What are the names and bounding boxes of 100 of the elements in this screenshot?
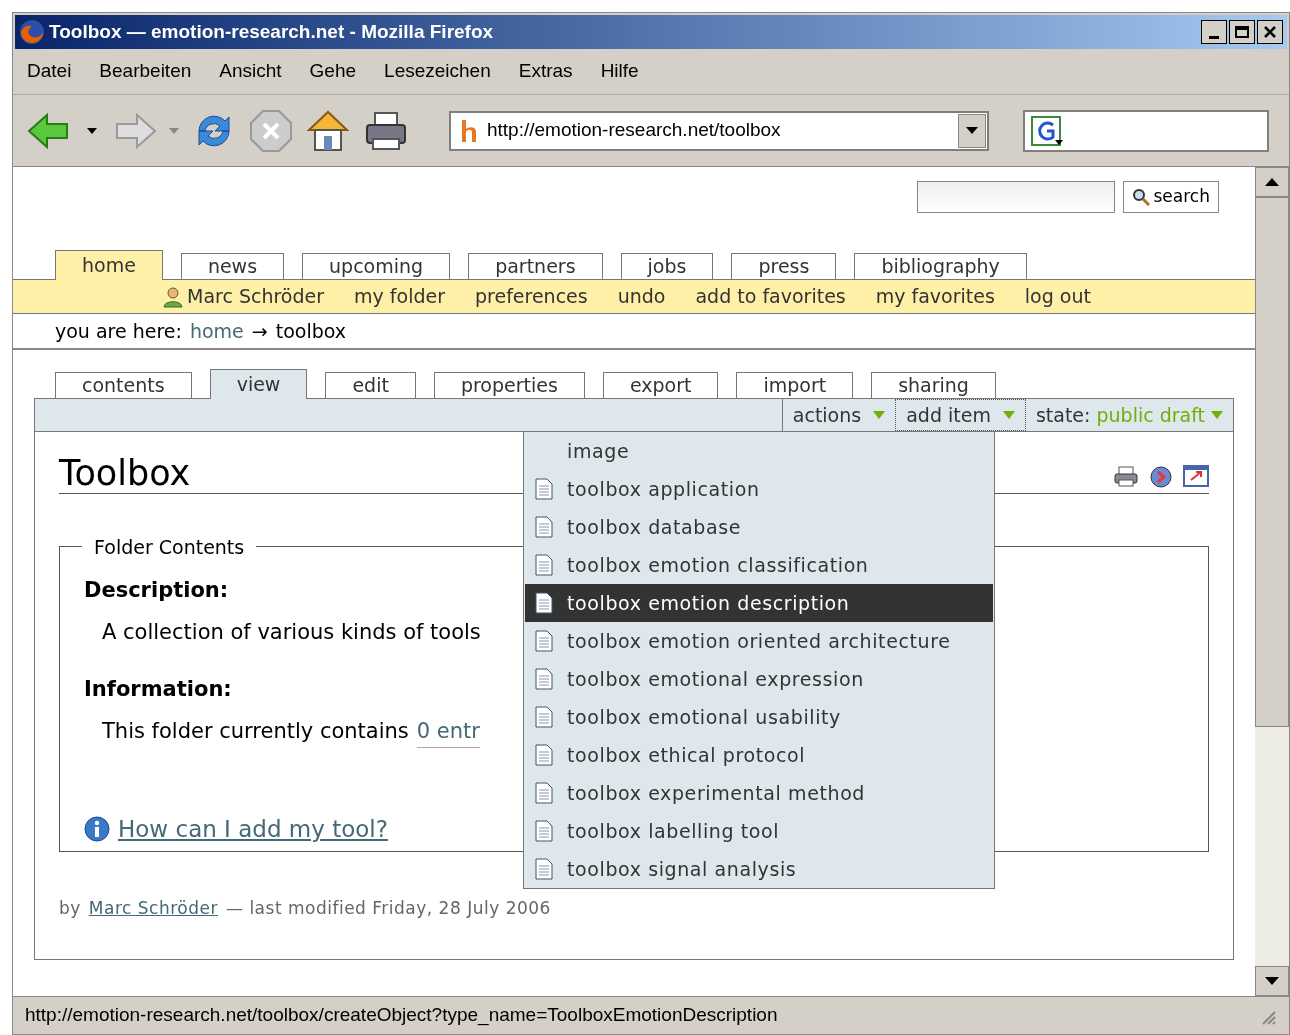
dropdown-button[interactable]	[958, 113, 986, 148]
information-label: Information:	[84, 677, 232, 701]
magnifier-icon	[1131, 188, 1150, 206]
up-arrow-icon	[1265, 178, 1279, 186]
menu-item[interactable]: image	[525, 432, 993, 470]
add-item-menu-button[interactable]: add item	[895, 399, 1026, 431]
tab[interactable]: sharing	[871, 372, 996, 398]
personal-link[interactable]: log out	[1024, 282, 1091, 311]
menu-item[interactable]: toolbox experimental method	[525, 774, 993, 812]
tab[interactable]: news	[180, 253, 285, 279]
full-screen-icon[interactable]	[1183, 465, 1209, 487]
minimize-button[interactable]	[1201, 20, 1227, 44]
tab[interactable]: contents	[55, 372, 192, 398]
user-link[interactable]: Marc Schröder	[187, 282, 325, 311]
menu-item[interactable]: toolbox emotion oriented architecture	[525, 622, 993, 660]
scroll-thumb[interactable]	[1255, 197, 1289, 727]
state-menu-button[interactable]: state: public draft	[1025, 399, 1233, 431]
stop-icon[interactable]	[249, 108, 293, 153]
tab[interactable]: view	[209, 369, 308, 399]
breadcrumb-label: you are here:	[55, 318, 182, 344]
tab[interactable]: upcoming	[302, 253, 451, 279]
description-label: Description:	[84, 578, 229, 602]
send-link-icon[interactable]	[1149, 465, 1173, 489]
tab[interactable]: export	[602, 372, 719, 398]
personal-link[interactable]: preferences	[475, 282, 588, 311]
scroll-down-button[interactable]	[1255, 966, 1289, 996]
info-icon	[84, 816, 110, 843]
breadcrumb-separator: →	[251, 318, 268, 344]
menu-item[interactable]: toolbox database	[525, 508, 993, 546]
maximize-button[interactable]	[1229, 20, 1255, 44]
personal-link[interactable]: my favorites	[875, 282, 995, 311]
close-button[interactable]	[1257, 20, 1283, 44]
menu-item[interactable]: toolbox labelling tool	[525, 812, 993, 850]
information-text: This folder currently contains	[102, 717, 409, 745]
tab[interactable]: properties	[433, 372, 585, 398]
personal-link[interactable]: my folder	[354, 282, 445, 311]
document-icon	[535, 516, 553, 538]
search-field[interactable]	[916, 181, 1115, 213]
menu-item[interactable]: toolbox ethical protocol	[525, 736, 993, 774]
description-text: A collection of various kinds of tools	[102, 619, 481, 644]
firefox-logo-icon	[19, 19, 45, 45]
tab[interactable]: edit	[325, 372, 416, 398]
address-bar[interactable]: http://emotion-research.net/toolbox	[449, 110, 989, 151]
user-icon	[163, 285, 183, 308]
menu-item[interactable]: toolbox emotional expression	[525, 660, 993, 698]
personal-link[interactable]: add to favorites	[695, 282, 846, 311]
search-button[interactable]: search	[1122, 181, 1219, 213]
url-text: http://emotion-research.net/toolbox	[487, 118, 782, 143]
entries-link[interactable]: 0 entr	[416, 715, 480, 748]
byline-text: by	[59, 897, 81, 920]
document-icon	[535, 630, 553, 652]
google-logo-icon[interactable]	[1031, 115, 1065, 146]
tab[interactable]: jobs	[620, 253, 714, 279]
breadcrumb-link[interactable]: home	[189, 316, 244, 346]
menu-item[interactable]: Lesezeichen	[384, 57, 491, 86]
menu-item[interactable]: Ansicht	[219, 57, 282, 86]
author-link[interactable]: Marc Schröder	[88, 896, 218, 922]
document-icon	[535, 744, 553, 766]
breadcrumb-current: toolbox	[275, 318, 347, 344]
document-icon	[535, 858, 553, 880]
tab[interactable]: home	[55, 250, 163, 280]
caret-icon	[966, 127, 978, 134]
help-link[interactable]: How can I add my tool?	[118, 812, 388, 847]
document-icon	[535, 706, 553, 728]
document-icon	[535, 478, 553, 500]
menu-item[interactable]: Extras	[518, 57, 573, 86]
menu-item[interactable]: Hilfe	[600, 57, 639, 86]
printer-icon[interactable]	[1113, 465, 1139, 487]
scroll-up-button[interactable]	[1255, 167, 1289, 197]
document-icon	[535, 592, 553, 614]
tab[interactable]: import	[736, 372, 854, 398]
caret-icon	[1211, 411, 1223, 419]
window-title: Toolbox — emotion-research.net - Mozilla Firefox	[49, 19, 495, 44]
menu-item[interactable]: toolbox emotional usability	[525, 698, 993, 736]
down-arrow-icon	[1265, 977, 1279, 985]
document-icon	[535, 820, 553, 842]
personal-link[interactable]: undo	[617, 282, 666, 311]
status-text: http://emotion-research.net/toolbox/createObject?type_name=ToolboxEmotionDescription	[25, 1003, 779, 1028]
site-favicon-icon	[460, 119, 478, 142]
tab[interactable]: bibliography	[854, 253, 1027, 279]
menu-item[interactable]: Gehe	[309, 57, 357, 86]
tab[interactable]: press	[731, 253, 837, 279]
document-icon	[535, 668, 553, 690]
menu-item[interactable]: toolbox emotion classification	[525, 546, 993, 584]
menu-item[interactable]: Bearbeiten	[99, 57, 192, 86]
document-icon	[535, 782, 553, 804]
menu-item[interactable]: toolbox application	[525, 470, 993, 508]
menu-item[interactable]: toolbox signal analysis	[525, 850, 993, 888]
caret-icon	[1002, 411, 1015, 419]
dropdown-caret-icon[interactable]	[87, 127, 97, 134]
page-title: Toolbox	[59, 456, 191, 491]
menu-item[interactable]: toolbox emotion description	[525, 584, 993, 622]
caret-icon	[873, 411, 886, 419]
search-engine-field[interactable]	[1023, 109, 1269, 152]
document-icon	[535, 554, 553, 576]
modified-text: — last modified Friday, 28 July 2006	[226, 897, 551, 920]
tab[interactable]: partners	[468, 253, 603, 279]
menu-item[interactable]: Datei	[27, 57, 72, 86]
close-icon	[1263, 25, 1277, 39]
vertical-scrollbar[interactable]	[1255, 167, 1289, 996]
